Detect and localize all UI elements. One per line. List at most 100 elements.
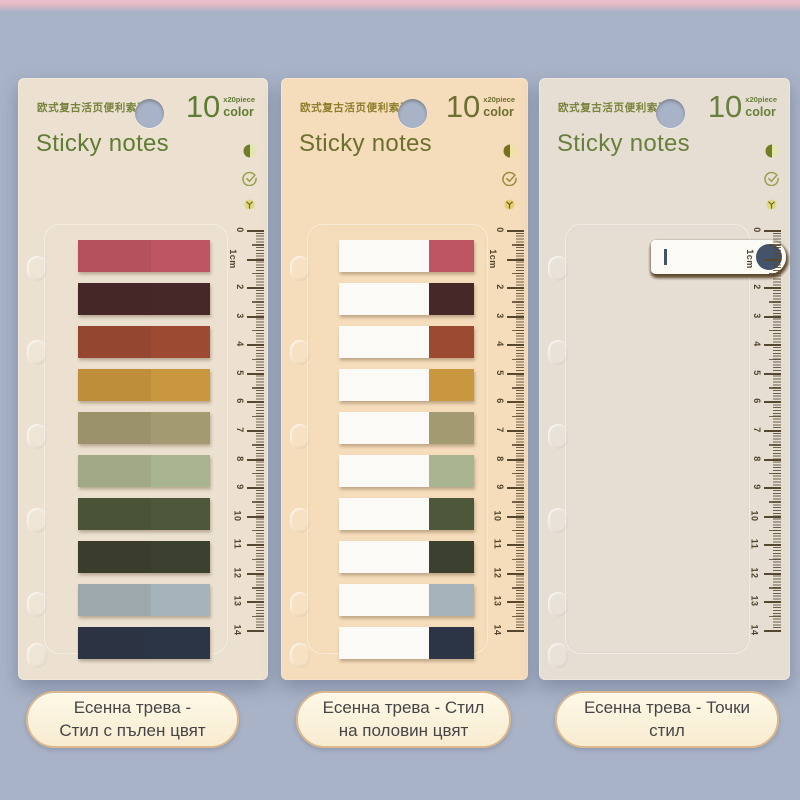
y-seal-icon: [504, 199, 515, 210]
product-title: Sticky notes: [299, 130, 432, 158]
caption-line: Есенна трева - Стил: [323, 697, 485, 719]
index-tab: [651, 240, 786, 274]
index-tab: [78, 627, 210, 659]
half-circle-icon: [503, 144, 517, 158]
hang-hole: [135, 99, 164, 128]
index-tab: [339, 412, 474, 444]
ruler-number: 12: [749, 567, 759, 578]
index-tab: [78, 240, 210, 272]
color-dot: [756, 244, 782, 270]
index-tab: [339, 326, 474, 358]
product-card-dot-style: 欧式复古活页便利索引贴 10 x20piece color Sticky not…: [539, 78, 790, 680]
count-unit: x20piece: [483, 96, 515, 105]
emboss-blob: [290, 340, 310, 365]
count-word: color: [745, 105, 777, 119]
emboss-blob: [290, 592, 310, 617]
index-tab: [339, 240, 474, 272]
half-circle-icon: [765, 144, 779, 158]
count-block: 10 x20piece color: [708, 91, 777, 122]
index-tab: [78, 498, 210, 530]
index-tab: [78, 584, 210, 616]
emboss-blob: [27, 643, 47, 668]
product-title: Sticky notes: [557, 130, 690, 158]
ruler-number: 0: [495, 227, 505, 233]
emboss-blob: [290, 424, 310, 449]
ruler-number: 9: [752, 484, 762, 490]
check-circle-icon: [242, 171, 257, 186]
caption-line: Стил с пълен цвят: [59, 720, 205, 742]
emboss-blob: [548, 508, 568, 533]
ruler-number: 3: [752, 313, 762, 319]
caption-line: Есенна трева - Точки: [584, 697, 750, 719]
index-tab: [78, 283, 210, 315]
blister-seal-emboss: [565, 224, 750, 654]
count-block: 10 x20piece color: [446, 91, 515, 122]
index-tab: [78, 326, 210, 358]
product-title: Sticky notes: [36, 130, 169, 158]
emboss-blob: [548, 256, 568, 281]
product-photo: { "scene": { "background": "#a9b3c7", "t…: [0, 0, 800, 800]
emboss-blob: [548, 424, 568, 449]
count-number: 10: [446, 91, 480, 122]
emboss-blob: [27, 256, 47, 281]
caption-half-color-style: Есенна трева - Стил на половин цвят: [296, 691, 511, 748]
emboss-blob: [27, 592, 47, 617]
index-tab: [78, 455, 210, 487]
index-tab: [339, 369, 474, 401]
index-tab: [78, 541, 210, 573]
caption-line: на половин цвят: [339, 720, 469, 742]
y-seal-icon: [766, 199, 777, 210]
y-seal-icon: [244, 199, 255, 210]
emboss-blob: [27, 508, 47, 533]
ruler-number: 5: [752, 370, 762, 376]
index-tab: [78, 369, 210, 401]
feature-icons: [242, 144, 257, 210]
index-tab: [339, 455, 474, 487]
count-unit: x20piece: [223, 96, 255, 105]
index-tab: [339, 627, 474, 659]
emboss-blob: [548, 592, 568, 617]
photo-top-edge-tint: [0, 0, 800, 12]
count-word: color: [483, 105, 515, 119]
emboss-blob: [548, 643, 568, 668]
product-card-full-color: 欧式复古活页便利索引贴 10 x20piece color Sticky not…: [18, 78, 268, 680]
ruler-number: 7: [752, 427, 762, 433]
hang-hole: [398, 99, 427, 128]
half-circle-icon: [243, 144, 257, 158]
count-number: 10: [186, 91, 220, 122]
ruler-number: 8: [752, 456, 762, 462]
tab-column: [18, 240, 268, 670]
count-unit: x20piece: [745, 96, 777, 105]
ruler-number: 13: [749, 596, 759, 607]
ruler-number: 0: [752, 227, 762, 233]
ruler-number: 6: [752, 399, 762, 405]
ruler-number: 4: [752, 342, 762, 348]
feature-icons: [502, 144, 517, 210]
ruler-number: 14: [749, 624, 759, 635]
ruler-number: 11: [750, 539, 760, 550]
count-word: color: [223, 105, 255, 119]
index-tab: [78, 412, 210, 444]
caption-full-color-style: Есенна трева - Стил с пълен цвят: [26, 691, 239, 748]
check-circle-icon: [502, 171, 517, 186]
caption-line: стил: [649, 720, 685, 742]
check-circle-icon: [764, 171, 779, 186]
index-tab: [339, 541, 474, 573]
index-tab: [339, 283, 474, 315]
feature-icons: [764, 144, 779, 210]
emboss-blob: [290, 508, 310, 533]
index-tab: [339, 584, 474, 616]
caption-line: Есенна трева -: [74, 697, 191, 719]
emboss-blob: [27, 424, 47, 449]
ruler-number: 10: [749, 510, 759, 521]
ruler: 01cm234567891011121314: [733, 230, 781, 642]
count-block: 10 x20piece color: [186, 91, 255, 122]
hang-hole: [656, 99, 685, 128]
tab-column: [281, 240, 528, 670]
emboss-blob: [290, 256, 310, 281]
emboss-blob: [548, 340, 568, 365]
count-number: 10: [708, 91, 742, 122]
emboss-blob: [27, 340, 47, 365]
caption-dot-style: Есенна трева - Точки стил: [555, 691, 779, 748]
index-tab: [339, 498, 474, 530]
